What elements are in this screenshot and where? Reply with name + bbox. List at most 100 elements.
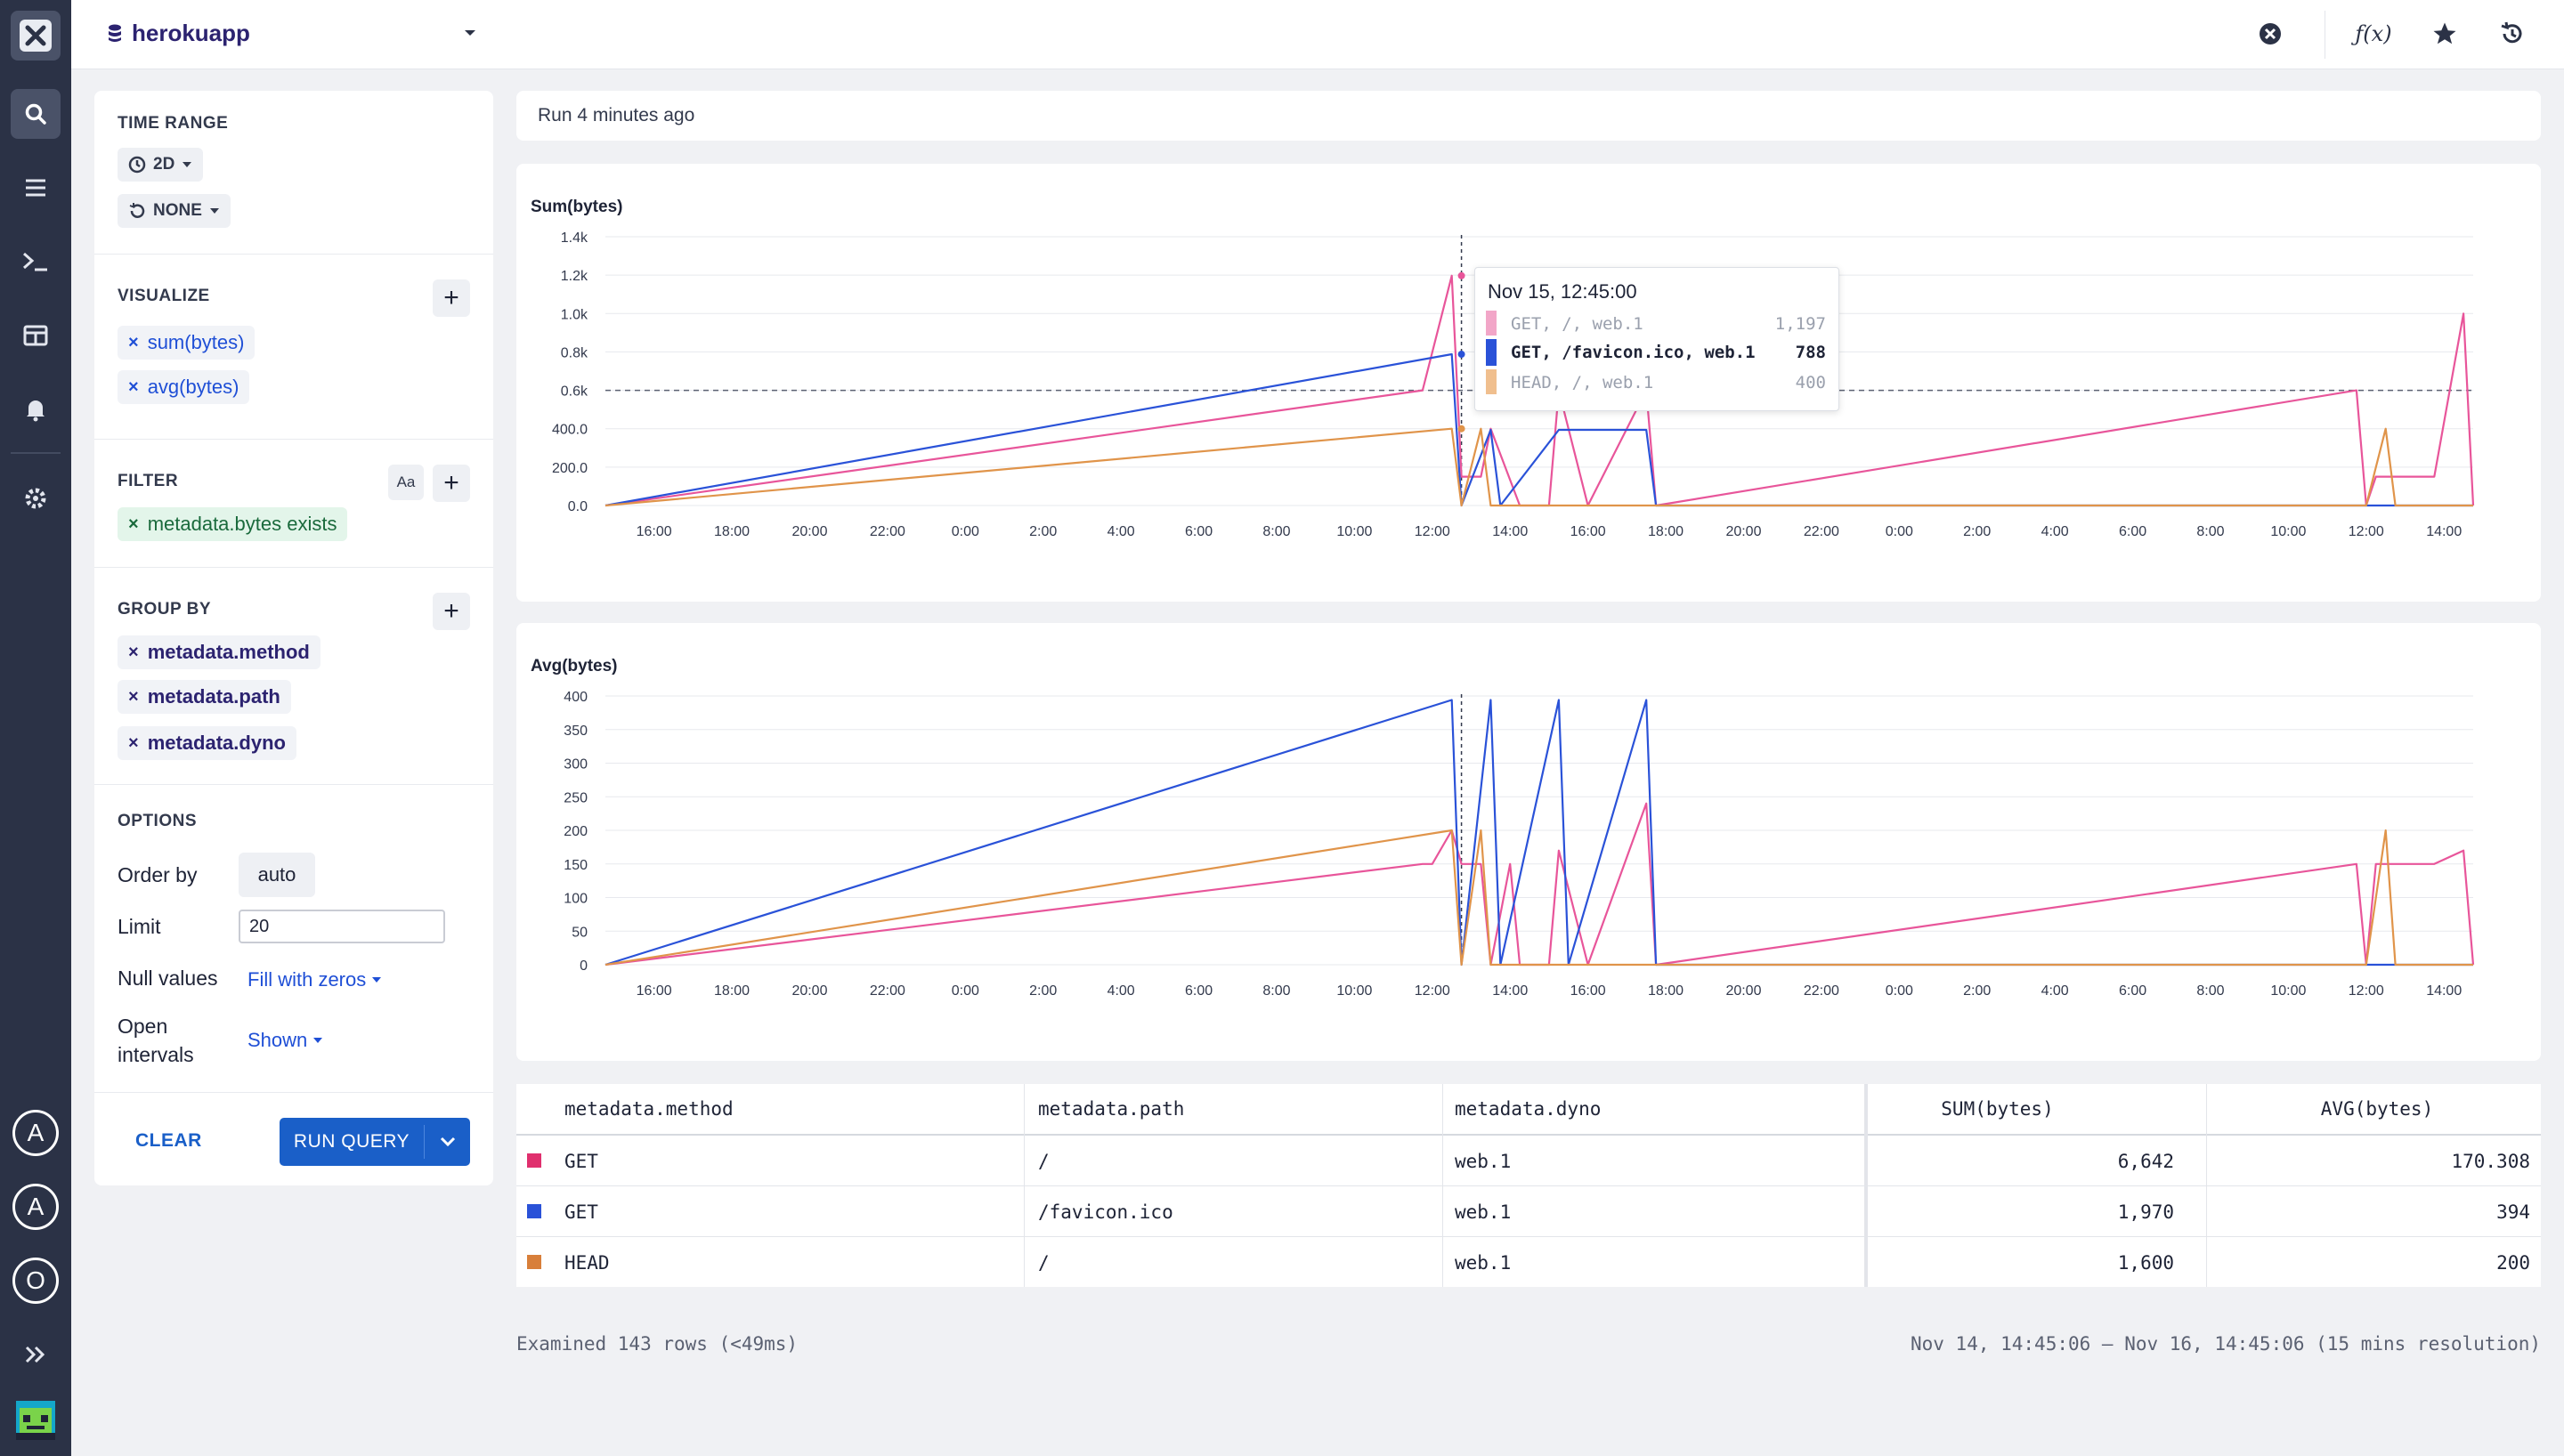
remove-icon[interactable]: × <box>128 643 139 663</box>
search-icon[interactable] <box>11 89 61 139</box>
clear-button[interactable]: CLEAR <box>135 1130 202 1152</box>
x-tick-label: 22:00 <box>1804 524 1839 539</box>
group-by-chip-dyno[interactable]: × metadata.dyno <box>118 726 296 760</box>
y-tick-label: 1.2k <box>561 269 588 284</box>
column-header-path[interactable]: metadata.path <box>1038 1084 1430 1134</box>
tooltip-swatch <box>1486 311 1497 336</box>
bell-icon[interactable] <box>11 384 61 434</box>
cell-method: GET <box>564 1151 598 1172</box>
rail-divider <box>11 452 61 454</box>
cell-dyno: web.1 <box>1455 1252 1512 1274</box>
avg-bytes-chart[interactable]: 0 50 100 150 200 250 300 350 400 16:00 18:00 20:00 2… <box>516 623 2541 1061</box>
visualize-title: VISUALIZE <box>118 287 210 305</box>
limit-input[interactable] <box>239 910 445 943</box>
column-header-sum[interactable]: SUM(bytes) <box>1870 1084 2125 1134</box>
add-group-by-button[interactable]: + <box>433 593 470 630</box>
history-icon[interactable] <box>2495 16 2530 52</box>
row-color-swatch <box>527 1204 541 1218</box>
x-tick-label: 16:00 <box>637 524 672 539</box>
tooltip-row-value: 1,197 <box>1774 314 1826 334</box>
remove-icon[interactable]: × <box>128 377 139 398</box>
remove-icon[interactable]: × <box>128 514 139 535</box>
filter-chip-label: metadata.bytes exists <box>147 513 337 535</box>
remove-icon[interactable]: × <box>128 333 139 353</box>
column-header-dyno[interactable]: metadata.dyno <box>1455 1084 1846 1134</box>
open-intervals-dropdown[interactable]: Shown <box>247 1029 323 1052</box>
gear-icon[interactable] <box>11 473 61 523</box>
compare-dropdown[interactable]: NONE <box>118 194 231 228</box>
null-values-dropdown[interactable]: Fill with zeros <box>247 968 382 991</box>
visualize-chip-avg[interactable]: × avg(bytes) <box>118 370 250 404</box>
x-tick-label: 0:00 <box>952 524 979 539</box>
order-by-select[interactable]: auto <box>239 853 315 897</box>
cell-dyno: web.1 <box>1455 1201 1512 1223</box>
examined-rows-text: Examined 143 rows (<49ms) <box>516 1333 799 1355</box>
row-color-swatch <box>527 1153 541 1168</box>
time-range-value: 2D <box>153 155 175 174</box>
visualize-chip-label: sum(bytes) <box>147 331 245 353</box>
run-status-text: Run 4 minutes ago <box>538 105 695 125</box>
star-icon[interactable] <box>2427 16 2463 52</box>
user-pixel-avatar[interactable] <box>11 1395 61 1445</box>
chevron-down-icon[interactable] <box>463 27 477 43</box>
x-tick-label: 10:00 <box>1336 983 1372 999</box>
x-tick-label: 20:00 <box>1725 983 1761 999</box>
x-tick-label: 10:00 <box>1336 524 1372 539</box>
group-by-chip-path[interactable]: × metadata.path <box>118 680 291 714</box>
run-query-options-button[interactable] <box>425 1118 470 1166</box>
null-values-label: Null values <box>118 967 218 990</box>
x-tick-label: 0:00 <box>1886 983 1913 999</box>
list-icon[interactable] <box>11 163 61 213</box>
avatar-a-blue[interactable]: A <box>12 1184 59 1230</box>
x-tick-label: 10:00 <box>2270 983 2306 999</box>
dashboard-icon[interactable] <box>11 311 61 360</box>
terminal-icon[interactable] <box>11 237 61 287</box>
x-tick-label: 14:00 <box>1492 983 1528 999</box>
close-circle-icon[interactable] <box>2252 16 2288 52</box>
function-icon[interactable]: ƒ(x) <box>2355 16 2391 52</box>
hover-point <box>1457 351 1465 359</box>
x-tick-label: 6:00 <box>1185 524 1213 539</box>
x-tick-label: 18:00 <box>714 524 750 539</box>
case-sensitive-toggle[interactable]: Aa <box>388 465 424 500</box>
y-tick-label: 200.0 <box>552 461 588 476</box>
group-by-chip-method[interactable]: × metadata.method <box>118 635 320 669</box>
visualize-chip-sum[interactable]: × sum(bytes) <box>118 326 256 360</box>
y-tick-label: 50 <box>572 925 588 940</box>
run-query-button-group: RUN QUERY <box>280 1118 470 1166</box>
x-tick-label: 20:00 <box>791 983 827 999</box>
cell-method: HEAD <box>564 1252 610 1274</box>
avatar-a-pink[interactable]: A <box>12 1110 59 1156</box>
remove-icon[interactable]: × <box>128 687 139 708</box>
avatar-o-pink[interactable]: O <box>12 1258 59 1304</box>
x-tick-label: 2:00 <box>1029 524 1057 539</box>
time-range-dropdown[interactable]: 2D <box>118 148 204 182</box>
visualize-section: VISUALIZE + × sum(bytes) × avg(bytes) <box>94 255 493 440</box>
add-filter-button[interactable]: + <box>433 465 470 502</box>
x-tick-label: 12:00 <box>2349 983 2384 999</box>
column-header-method[interactable]: metadata.method <box>564 1084 1010 1134</box>
x-tick-label: 8:00 <box>1262 983 1290 999</box>
header-divider <box>516 1134 2541 1136</box>
run-query-button[interactable]: RUN QUERY <box>280 1118 424 1166</box>
add-visualization-button[interactable]: + <box>433 279 470 317</box>
chevron-down-icon <box>372 977 382 983</box>
logo-icon[interactable] <box>11 11 61 61</box>
remove-icon[interactable]: × <box>128 733 139 754</box>
avg-bytes-chart-card: Avg(bytes) 0 50 100 150 200 250 300 350 400 16:00… <box>516 623 2541 1061</box>
run-status-bar: Run 4 minutes ago <box>516 91 2541 141</box>
app-selector[interactable]: herokuapp <box>132 20 250 47</box>
filter-chip[interactable]: × metadata.bytes exists <box>118 507 348 541</box>
x-tick-label: 0:00 <box>952 983 979 999</box>
cell-sum: 1,970 <box>2117 1201 2174 1223</box>
y-tick-label: 0.6k <box>561 384 588 400</box>
expand-rail-icon[interactable] <box>11 1330 61 1379</box>
x-tick-label: 16:00 <box>1570 524 1606 539</box>
x-tick-label: 12:00 <box>1415 983 1450 999</box>
column-divider <box>2206 1084 2207 1287</box>
x-tick-label: 18:00 <box>714 983 750 999</box>
group-by-chip-label: metadata.method <box>147 641 310 663</box>
tooltip-row-label: HEAD, /, web.1 <box>1511 373 1654 392</box>
x-tick-label: 2:00 <box>1963 524 1991 539</box>
column-header-avg[interactable]: AVG(bytes) <box>2213 1084 2541 1134</box>
